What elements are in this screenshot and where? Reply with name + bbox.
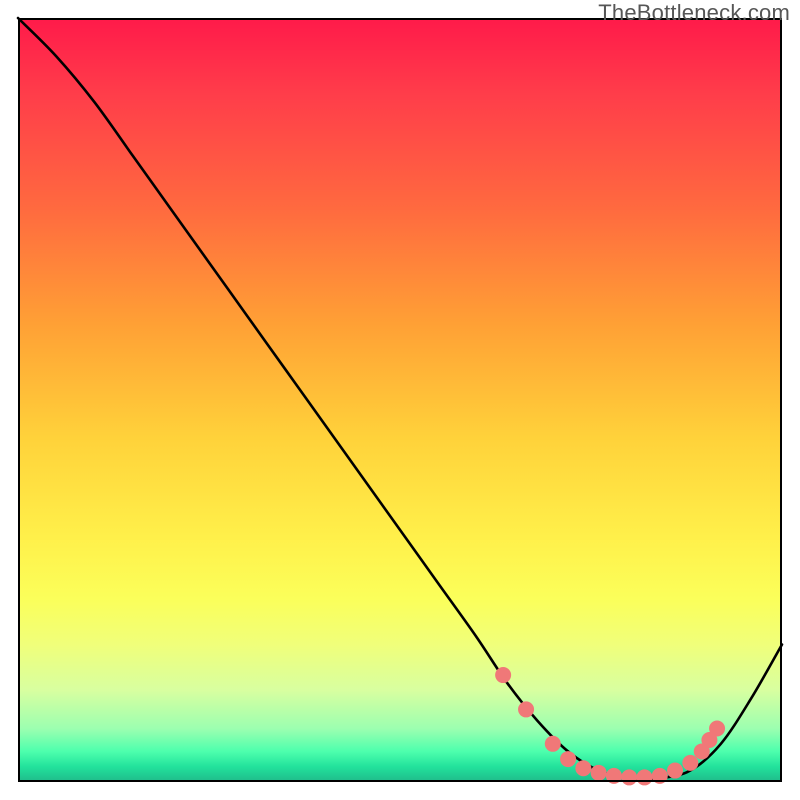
highlight-dot	[575, 760, 591, 776]
attribution-text: TheBottleneck.com	[598, 0, 790, 26]
highlight-dot	[495, 667, 511, 683]
bottleneck-chart: TheBottleneck.com	[0, 0, 800, 800]
highlight-dot	[709, 721, 725, 737]
highlight-dot	[652, 768, 668, 784]
highlight-markers	[495, 667, 725, 785]
highlight-dot	[518, 701, 534, 717]
highlight-dot	[667, 763, 683, 779]
highlight-dot	[545, 736, 561, 752]
highlight-dot	[591, 765, 607, 781]
highlight-dot	[606, 768, 622, 784]
highlight-dot	[636, 769, 652, 785]
chart-svg	[18, 18, 782, 782]
bottleneck-curve-path	[18, 18, 782, 779]
highlight-dot	[621, 769, 637, 785]
highlight-dot	[560, 751, 576, 767]
highlight-dot	[682, 755, 698, 771]
